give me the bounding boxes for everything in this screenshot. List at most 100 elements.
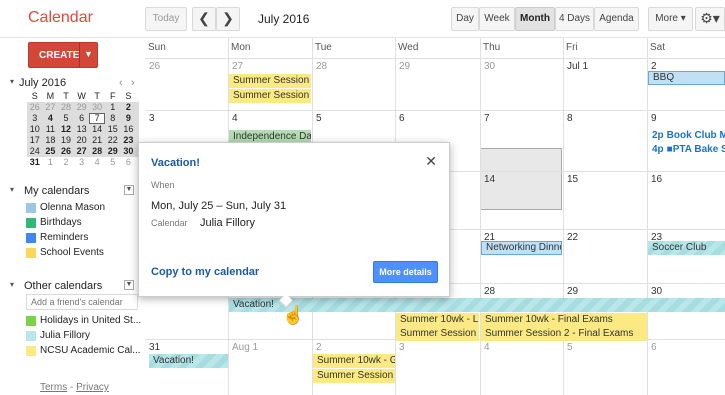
day-number[interactable]: 27: [228, 61, 243, 72]
mini-day[interactable]: 29: [105, 146, 121, 157]
calendar-item[interactable]: NCSU Academic Cal...: [26, 344, 144, 358]
next-period-button[interactable]: ❯: [216, 7, 240, 31]
mini-day[interactable]: 24: [27, 146, 43, 157]
my-calendars-header[interactable]: ▾ My calendars ▼: [10, 185, 138, 199]
mini-day[interactable]: 11: [43, 124, 59, 135]
mini-day[interactable]: 5: [58, 113, 74, 124]
other-calendars-header[interactable]: ▾ Other calendars ▼: [10, 280, 138, 294]
mini-day[interactable]: 12: [58, 124, 74, 135]
terms-link[interactable]: Terms: [40, 382, 67, 393]
calendar-event[interactable]: Networking Dinne: [481, 241, 562, 255]
mini-day[interactable]: 9: [121, 113, 137, 124]
today-button[interactable]: Today: [145, 7, 187, 31]
day-number[interactable]: 30: [647, 286, 662, 297]
day-number[interactable]: 29: [395, 61, 410, 72]
day-number[interactable]: 28: [480, 286, 495, 297]
mini-day[interactable]: 2: [58, 157, 74, 168]
mini-day[interactable]: 28: [89, 146, 105, 157]
day-number[interactable]: 3: [395, 342, 405, 353]
mini-day[interactable]: 27: [74, 146, 90, 157]
mini-day[interactable]: 6: [74, 113, 90, 124]
mini-day[interactable]: 5: [105, 157, 121, 168]
mini-day[interactable]: 18: [43, 135, 59, 146]
privacy-link[interactable]: Privacy: [76, 382, 109, 393]
mini-day[interactable]: 17: [27, 135, 43, 146]
day-number[interactable]: 16: [647, 174, 662, 185]
add-friend-calendar-input[interactable]: [26, 294, 138, 310]
calendar-event[interactable]: Summer Session 2 - Final Exams: [481, 327, 647, 341]
chevron-down-icon[interactable]: ▼: [124, 280, 134, 290]
more-button[interactable]: More ▾: [648, 7, 693, 31]
calendar-item[interactable]: Holidays in United St...: [26, 314, 144, 328]
create-dropdown-icon[interactable]: ▼: [79, 43, 97, 67]
mini-day[interactable]: 20: [74, 135, 90, 146]
calendar-item[interactable]: Olenna Mason: [26, 201, 144, 215]
calendar-item[interactable]: Julia Fillory: [26, 329, 144, 343]
day-number[interactable]: Jul 1: [563, 61, 588, 72]
mini-day[interactable]: 31: [27, 157, 43, 168]
day-number[interactable]: 22: [563, 232, 578, 243]
mini-day[interactable]: 29: [74, 102, 90, 113]
calendar-event[interactable]: Summer Session: [229, 74, 311, 88]
calendar-event[interactable]: Summer 10wk - L: [396, 313, 479, 327]
collapse-caret-icon[interactable]: ▾: [10, 185, 14, 194]
mini-day[interactable]: 19: [58, 135, 74, 146]
day-number[interactable]: 6: [395, 113, 405, 124]
calendar-event[interactable]: 4p■PTA Bake Sa: [648, 143, 725, 157]
collapse-caret-icon[interactable]: ▾: [10, 77, 14, 86]
day-number[interactable]: 9: [647, 113, 657, 124]
day-number[interactable]: 31: [145, 342, 160, 353]
view-4days-button[interactable]: 4 Days: [555, 7, 594, 31]
collapse-caret-icon[interactable]: ▾: [10, 280, 14, 289]
mini-day[interactable]: 4: [43, 113, 59, 124]
mini-day[interactable]: 2: [121, 102, 137, 113]
more-details-button[interactable]: More details: [373, 261, 438, 283]
mini-day[interactable]: 8: [105, 113, 121, 124]
mini-day[interactable]: 23: [121, 135, 137, 146]
mini-day[interactable]: 10: [27, 124, 43, 135]
mini-prev-icon[interactable]: ‹: [119, 77, 123, 89]
day-number[interactable]: 14: [480, 174, 495, 185]
view-agenda-button[interactable]: Agenda: [594, 7, 639, 31]
calendar-item[interactable]: School Events: [26, 246, 144, 260]
day-number[interactable]: 15: [563, 174, 578, 185]
create-button[interactable]: CREATE ▼: [28, 42, 98, 68]
day-number[interactable]: 30: [480, 61, 495, 72]
calendar-item[interactable]: Birthdays: [26, 216, 144, 230]
calendar-event[interactable]: Summer Session: [229, 89, 311, 103]
copy-to-calendar-link[interactable]: Copy to my calendar: [151, 266, 259, 278]
day-number[interactable]: 2: [312, 342, 322, 353]
day-number[interactable]: 4: [480, 342, 490, 353]
calendar-event[interactable]: Vacation!: [149, 354, 228, 368]
mini-day[interactable]: 30: [121, 146, 137, 157]
mini-calendar-month[interactable]: July 2016: [19, 77, 66, 89]
mini-day[interactable]: 27: [43, 102, 59, 113]
calendar-event[interactable]: Summer 10wk - G: [313, 354, 395, 368]
mini-day[interactable]: 4: [89, 157, 105, 168]
mini-next-icon[interactable]: ›: [131, 77, 135, 89]
day-number[interactable]: 8: [563, 113, 573, 124]
mini-day[interactable]: 7: [89, 113, 105, 124]
settings-gear-icon[interactable]: ⚙▾: [695, 7, 725, 31]
chevron-down-icon[interactable]: ▼: [124, 185, 134, 195]
day-number[interactable]: Aug 1: [228, 342, 258, 353]
mini-day[interactable]: 26: [58, 146, 74, 157]
mini-day[interactable]: 15: [105, 124, 121, 135]
view-week-button[interactable]: Week: [479, 7, 515, 31]
mini-day[interactable]: 22: [105, 135, 121, 146]
day-number[interactable]: 3: [145, 113, 155, 124]
mini-day[interactable]: 6: [121, 157, 137, 168]
day-number[interactable]: 28: [312, 61, 327, 72]
mini-day[interactable]: 1: [105, 102, 121, 113]
day-number[interactable]: 6: [647, 342, 657, 353]
calendar-event[interactable]: Summer Session: [396, 327, 479, 341]
mini-day[interactable]: 25: [43, 146, 59, 157]
day-number[interactable]: 26: [145, 61, 160, 72]
mini-day[interactable]: 16: [121, 124, 137, 135]
mini-day[interactable]: 28: [58, 102, 74, 113]
day-number[interactable]: 4: [228, 113, 238, 124]
day-number[interactable]: 7: [480, 113, 490, 124]
mini-day[interactable]: 13: [74, 124, 90, 135]
day-number[interactable]: 5: [563, 342, 573, 353]
mini-day[interactable]: 3: [74, 157, 90, 168]
